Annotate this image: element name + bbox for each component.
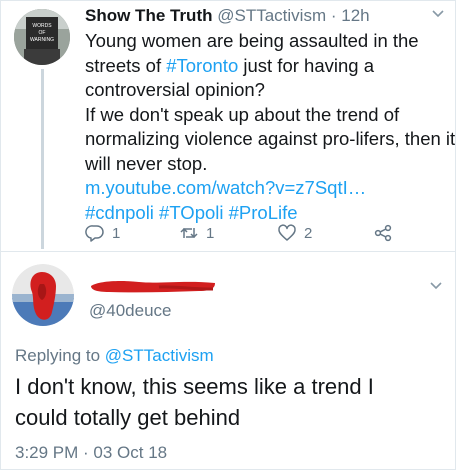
replying-to: Replying to @STTactivism xyxy=(15,346,214,366)
retweet-count: 1 xyxy=(206,224,215,242)
retweet-icon[interactable] xyxy=(179,223,199,243)
tweet-divider xyxy=(1,251,456,252)
avatar-40deuce[interactable] xyxy=(12,264,74,326)
replying-to-handle[interactable]: @STTactivism xyxy=(105,346,214,365)
reply-timestamp[interactable]: 3:29 PM · 03 Oct 18 xyxy=(15,443,167,463)
display-name[interactable]: Show The Truth xyxy=(85,6,213,25)
like-action[interactable]: 2 xyxy=(277,223,312,243)
tweet-actions: 1 1 2 xyxy=(85,223,425,245)
reply-text: I don't know, this seems like a trend I … xyxy=(15,371,445,433)
header-separator: · xyxy=(330,6,337,25)
tweet-text-line: streets of #Toronto just for having a xyxy=(85,54,374,76)
user-handle[interactable]: @STTactivism xyxy=(217,6,326,25)
reply-user-handle[interactable]: @40deuce xyxy=(89,301,172,321)
like-icon[interactable] xyxy=(277,223,297,243)
hashtags-line[interactable]: #cdnpoli #TOpoli #ProLife xyxy=(85,202,298,223)
avatar-show-the-truth[interactable]: WORDS OF WARNING xyxy=(14,9,70,65)
reply-action[interactable]: 1 xyxy=(85,223,120,243)
youtube-link[interactable]: m.youtube.com/watch?v=z7SqtI… xyxy=(85,177,366,198)
tweet-text-line: controversial opinion? xyxy=(85,79,265,100)
tweet-time[interactable]: 12h xyxy=(341,6,369,25)
reply-count: 1 xyxy=(112,224,121,242)
reply-text-line: could totally get behind xyxy=(15,405,241,430)
tweet-text-line: will never stop. xyxy=(85,152,208,174)
chevron-down-icon[interactable] xyxy=(429,281,443,291)
retweet-action[interactable]: 1 xyxy=(179,223,214,243)
hashtag-toronto[interactable]: #Toronto xyxy=(166,55,238,76)
tweet-text-line: #cdnpoli #TOpoli #ProLife xyxy=(85,201,445,226)
tweet-text-line: normalizing violence against pro-lifers,… xyxy=(85,128,456,149)
avatar-sign-line: OF xyxy=(39,30,46,36)
tweet-text: Young women are being assaulted in the s… xyxy=(85,29,456,226)
thread-connector xyxy=(41,69,44,249)
replying-prefix: Replying to xyxy=(15,346,105,365)
reply-icon[interactable] xyxy=(85,223,105,243)
reply-text-line: I don't know, this seems like a trend I xyxy=(15,374,374,399)
share-action[interactable] xyxy=(373,223,393,243)
avatar-sign-line: WORDS xyxy=(32,23,52,29)
chevron-down-icon[interactable] xyxy=(431,9,445,19)
avatar-sign-line: WARNING xyxy=(30,37,54,43)
like-count: 2 xyxy=(304,224,313,242)
tweet-text-line: m.youtube.com/watch?v=z7SqtI… xyxy=(85,176,445,201)
tweet-original-body: Show The Truth @STTactivism · 12h Young … xyxy=(85,5,456,226)
tweet-thread: WORDS OF WARNING Show The Truth @STTacti… xyxy=(0,0,456,470)
tweet-text-line: Young women are being assaulted in the xyxy=(85,30,419,51)
tweet-header: Show The Truth @STTactivism · 12h xyxy=(85,5,445,27)
share-icon[interactable] xyxy=(373,223,393,243)
tweet-text-line: If we don't speak up about the trend of xyxy=(85,103,400,125)
tweet-original[interactable]: WORDS OF WARNING Show The Truth @STTacti… xyxy=(1,1,456,251)
redacted-display-name xyxy=(91,281,215,293)
